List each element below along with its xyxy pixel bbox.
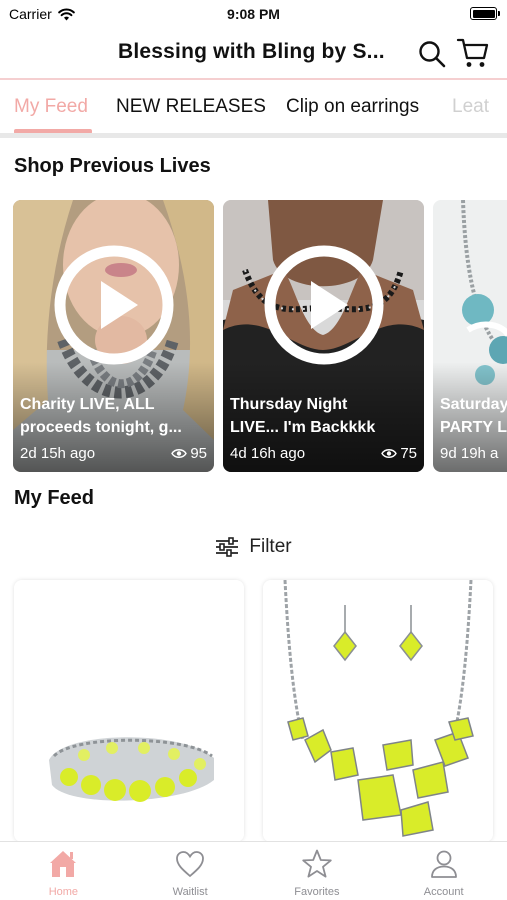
filter-button[interactable]: Filter bbox=[0, 533, 507, 561]
live-card[interactable]: Saturday PARTY L 9d 19h a bbox=[433, 200, 507, 472]
product-card[interactable] bbox=[263, 580, 493, 842]
live-title: Charity LIVE, ALL proceeds tonight, g... bbox=[20, 396, 182, 436]
live-card[interactable]: Thursday Night LIVE... I'm Backkkk 4d 16… bbox=[223, 200, 424, 472]
view-count: 95 bbox=[171, 445, 207, 462]
live-age: 9d 19h a bbox=[440, 445, 499, 462]
product-image bbox=[263, 580, 493, 842]
section-title-previous-lives: Shop Previous Lives bbox=[14, 155, 211, 177]
battery-icon bbox=[470, 7, 500, 20]
person-icon bbox=[430, 850, 457, 878]
star-icon bbox=[302, 849, 332, 878]
tab-label: Waitlist bbox=[172, 886, 208, 898]
store-title: Blessing with Bling by S... bbox=[118, 40, 385, 63]
tab-leather[interactable]: Leat bbox=[452, 96, 489, 118]
home-icon bbox=[50, 851, 77, 877]
product-image bbox=[14, 580, 244, 842]
filter-icon bbox=[216, 537, 239, 557]
tab-label: Account bbox=[423, 886, 464, 898]
bottom-tab-bar: Home Waitlist Favorites Account bbox=[0, 841, 507, 900]
tab-favorites[interactable]: Favorites bbox=[254, 842, 381, 900]
status-bar: Carrier 9:08 PM bbox=[0, 0, 507, 28]
product-card[interactable] bbox=[14, 580, 244, 842]
view-count: 75 bbox=[381, 445, 417, 462]
eye-icon bbox=[381, 449, 398, 458]
tab-clip-on-earrings[interactable]: Clip on earrings bbox=[286, 96, 419, 118]
tab-new-releases[interactable]: NEW RELEASES bbox=[116, 96, 266, 118]
play-icon[interactable] bbox=[53, 244, 175, 366]
previous-lives-carousel[interactable]: Charity LIVE, ALL proceeds tonight, g...… bbox=[0, 200, 507, 472]
status-time: 9:08 PM bbox=[227, 6, 280, 22]
category-tabs: My Feed NEW RELEASES Clip on earrings Le… bbox=[0, 82, 507, 138]
tab-label: Favorites bbox=[294, 886, 340, 898]
tab-my-feed[interactable]: My Feed bbox=[14, 96, 88, 118]
active-tab-indicator bbox=[14, 129, 92, 133]
live-title: Saturday PARTY L bbox=[440, 396, 507, 436]
tab-label: Home bbox=[48, 886, 79, 898]
section-title-my-feed: My Feed bbox=[14, 487, 95, 509]
search-icon[interactable] bbox=[417, 39, 447, 69]
filter-label: Filter bbox=[249, 536, 292, 557]
live-title: Thursday Night LIVE... I'm Backkkk bbox=[230, 396, 376, 436]
live-age: 4d 16h ago bbox=[230, 445, 306, 462]
play-icon[interactable] bbox=[263, 244, 385, 366]
live-card[interactable]: Charity LIVE, ALL proceeds tonight, g...… bbox=[13, 200, 214, 472]
eye-icon bbox=[171, 449, 188, 458]
tab-home[interactable]: Home bbox=[0, 842, 127, 900]
live-age: 2d 15h ago bbox=[20, 445, 96, 462]
tab-waitlist[interactable]: Waitlist bbox=[127, 842, 254, 900]
cart-icon[interactable] bbox=[456, 37, 490, 69]
tab-account[interactable]: Account bbox=[380, 842, 507, 900]
heart-icon bbox=[176, 851, 205, 878]
app-header: Blessing with Bling by S... bbox=[0, 28, 507, 80]
